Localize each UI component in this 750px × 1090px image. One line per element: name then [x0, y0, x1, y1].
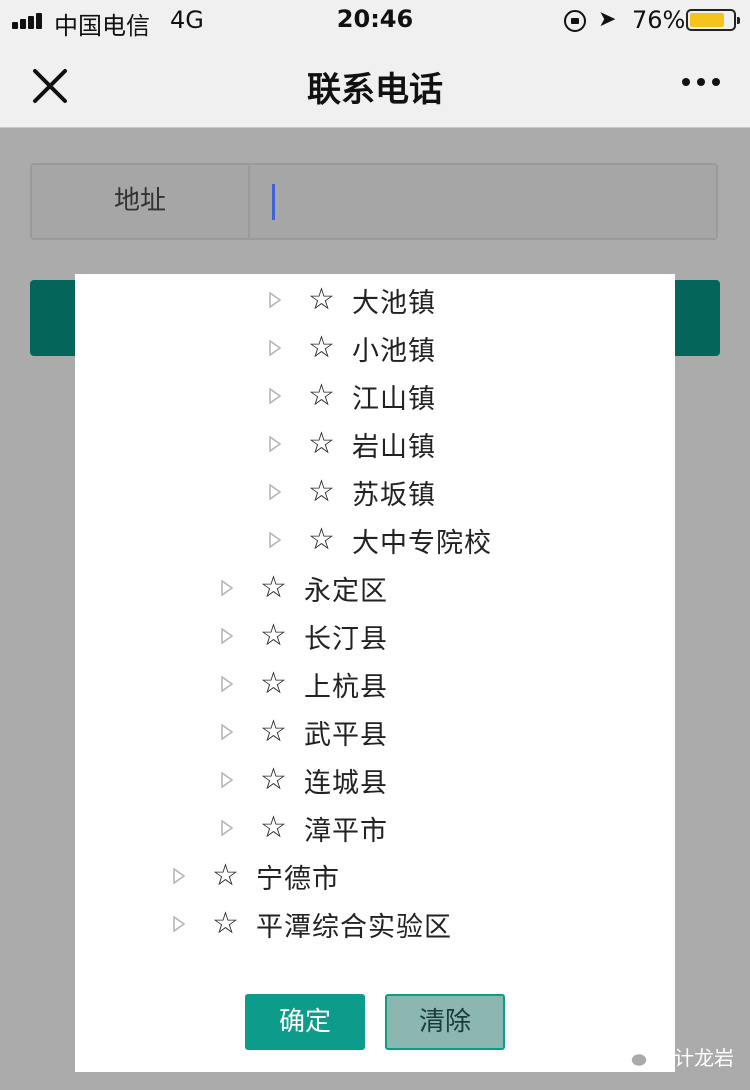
tree-item-label: 连城县	[304, 767, 388, 799]
tree-item[interactable]: ☆ 苏坂镇	[268, 468, 436, 516]
tree-item-label: 永定区	[304, 575, 388, 607]
address-input[interactable]	[252, 165, 716, 238]
tree-item-label: 漳平市	[304, 815, 388, 847]
page-title: 联系电话	[307, 70, 443, 110]
wechat-icon	[620, 1045, 648, 1067]
star-icon[interactable]: ☆	[308, 285, 352, 315]
star-icon[interactable]: ☆	[308, 477, 352, 507]
star-icon[interactable]: ☆	[308, 525, 352, 555]
expand-triangle-icon[interactable]	[220, 724, 234, 740]
tree-item[interactable]: ☆ 上杭县	[220, 660, 388, 708]
tree-item[interactable]: ☆ 武平县	[220, 708, 388, 756]
text-caret	[272, 184, 275, 220]
address-row: 地址	[30, 163, 718, 240]
expand-triangle-icon[interactable]	[220, 580, 234, 596]
star-icon[interactable]: ☆	[212, 861, 256, 891]
tree-item[interactable]: ☆ 大池镇	[268, 276, 436, 324]
tree-item-label: 江山镇	[352, 383, 436, 415]
location-icon: ➤	[598, 7, 617, 32]
expand-triangle-icon[interactable]	[268, 292, 282, 308]
tree-item[interactable]: ☆ 平潭综合实验区	[172, 900, 452, 948]
expand-triangle-icon[interactable]	[220, 676, 234, 692]
expand-triangle-icon[interactable]	[268, 388, 282, 404]
expand-triangle-icon[interactable]	[172, 868, 186, 884]
star-icon[interactable]: ☆	[260, 813, 304, 843]
tree-item-label: 长汀县	[304, 623, 388, 655]
tree-item-label: 上杭县	[304, 671, 388, 703]
tree-item-label: 小池镇	[352, 335, 436, 367]
clear-button[interactable]: 清除	[385, 994, 505, 1050]
tree-item[interactable]: ☆ 小池镇	[268, 324, 436, 372]
star-icon[interactable]: ☆	[260, 717, 304, 747]
tree-item[interactable]: ☆ 大中专院校	[268, 516, 492, 564]
tree-item[interactable]: ☆ 漳平市	[220, 804, 388, 852]
expand-triangle-icon[interactable]	[220, 772, 234, 788]
expand-triangle-icon[interactable]	[268, 484, 282, 500]
battery-percent: 76%	[632, 6, 686, 34]
star-icon[interactable]: ☆	[260, 669, 304, 699]
watermark: 卫计龙岩	[620, 1042, 734, 1071]
star-icon[interactable]: ☆	[260, 765, 304, 795]
tree-item[interactable]: ☆ 岩山镇	[268, 420, 436, 468]
tree-item[interactable]: ☆ 长汀县	[220, 612, 388, 660]
expand-triangle-icon[interactable]	[220, 628, 234, 644]
status-bar: 中国电信 4G 20:46 ➤ 76%	[0, 0, 750, 40]
tree-item-label: 武平县	[304, 719, 388, 751]
tree-item-label: 大中专院校	[352, 527, 492, 559]
nav-bar: 联系电话	[0, 40, 750, 128]
star-icon[interactable]: ☆	[260, 621, 304, 651]
expand-triangle-icon[interactable]	[268, 436, 282, 452]
expand-triangle-icon[interactable]	[220, 820, 234, 836]
orientation-lock-icon	[564, 10, 586, 32]
star-icon[interactable]: ☆	[308, 381, 352, 411]
tree-item-label: 苏坂镇	[352, 479, 436, 511]
expand-triangle-icon[interactable]	[172, 916, 186, 932]
tree-item[interactable]: ☆ 连城县	[220, 756, 388, 804]
watermark-text: 卫计龙岩	[654, 1046, 734, 1070]
star-icon[interactable]: ☆	[212, 909, 256, 939]
star-icon[interactable]: ☆	[308, 429, 352, 459]
tree-item[interactable]: ☆ 永定区	[220, 564, 388, 612]
tree-item[interactable]: ☆ 江山镇	[268, 372, 436, 420]
expand-triangle-icon[interactable]	[268, 340, 282, 356]
tree-item-label: 大池镇	[352, 287, 436, 319]
address-label: 地址	[32, 165, 250, 238]
tree-item-label: 岩山镇	[352, 431, 436, 463]
star-icon[interactable]: ☆	[308, 333, 352, 363]
tree-item-label: 宁德市	[256, 863, 340, 895]
battery-icon	[686, 9, 740, 31]
star-icon[interactable]: ☆	[260, 573, 304, 603]
more-icon[interactable]	[678, 66, 724, 96]
tree-item-label: 平潭综合实验区	[256, 911, 452, 943]
confirm-button[interactable]: 确定	[245, 994, 365, 1050]
tree-item[interactable]: ☆ 宁德市	[172, 852, 340, 900]
region-picker-dialog: ☆ 大池镇 ☆ 小池镇 ☆ 江山镇 ☆ 岩山镇 ☆ 苏坂镇 ☆ 大中专院校 ☆ 永定区 ☆ 长汀县 ☆ 上杭县 ☆ 武…	[75, 274, 675, 1072]
expand-triangle-icon[interactable]	[268, 532, 282, 548]
